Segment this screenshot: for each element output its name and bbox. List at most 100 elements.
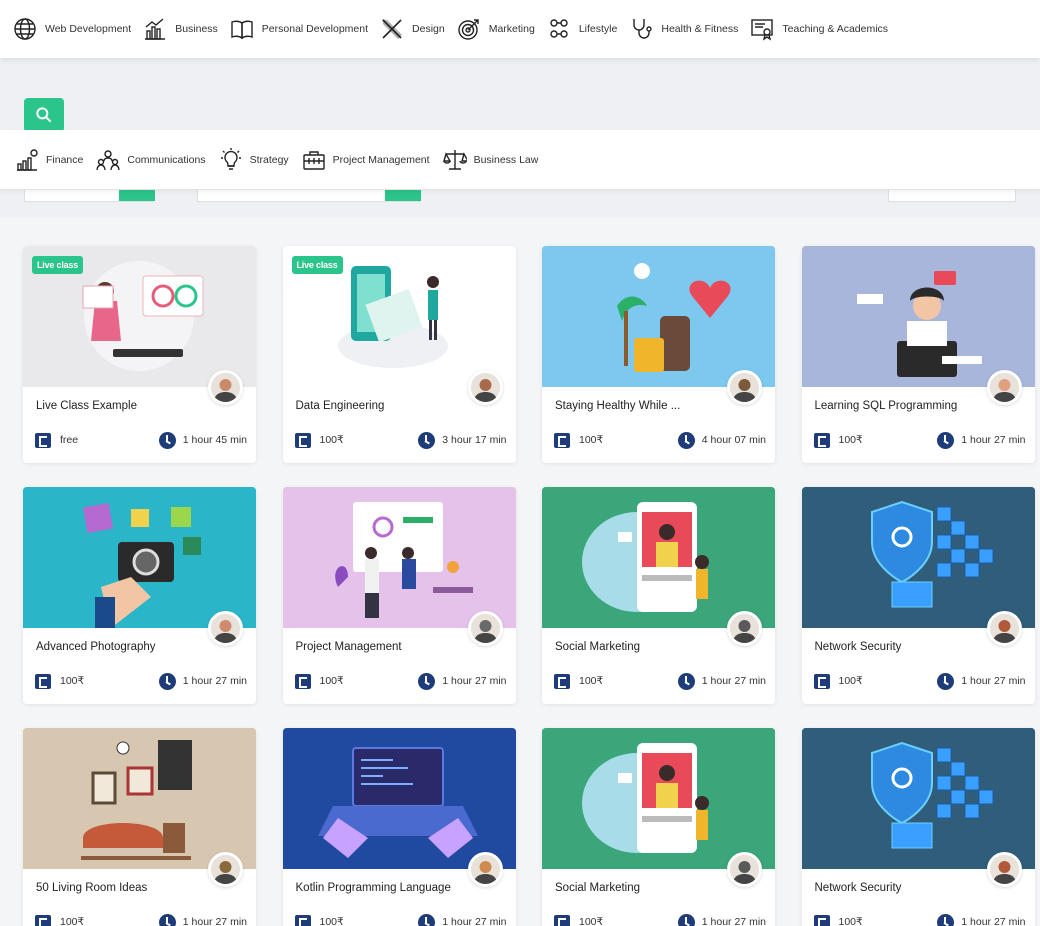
course-illustration: [282, 487, 516, 628]
course-meta: 100₹ 1 hour 27 min: [813, 431, 1026, 449]
certificate-icon: [749, 16, 775, 42]
course-title: Data Engineering: [295, 400, 385, 412]
course-duration: 1 hour 27 min: [677, 913, 766, 926]
course-title: Network Security: [814, 882, 902, 894]
course-thumbnail: [801, 487, 1035, 628]
course-meta: 100₹ 1 hour 27 min: [554, 672, 766, 690]
subnav-item-business-law[interactable]: Business Law: [442, 147, 538, 173]
instructor-avatar[interactable]: [986, 852, 1022, 887]
avatar-portrait: [730, 855, 759, 884]
instructor-avatar[interactable]: [727, 370, 762, 405]
subnav-item-label: Communications: [127, 153, 206, 166]
duration-value: 4 hour 07 min: [701, 434, 766, 446]
course-title: Social Marketing: [555, 882, 641, 894]
duration-value: 1 hour 45 min: [182, 434, 247, 446]
nav-item-label: Lifestyle: [578, 23, 618, 35]
course-card[interactable]: Kotlin Programming Language 100₹ 1 hour …: [282, 728, 516, 926]
subcategory-menu: Finance Communications Strategy Project …: [0, 130, 1040, 190]
course-card[interactable]: 50 Living Room Ideas 100₹ 1 hour 27 min: [23, 728, 256, 926]
avatar-portrait: [211, 855, 240, 884]
duration-value: 1 hour 27 min: [701, 675, 766, 687]
course-card[interactable]: Learning SQL Programming 100₹ 1 hour 27 …: [801, 246, 1035, 463]
course-card[interactable]: Network Security 100₹ 1 hour 27 min: [801, 728, 1035, 926]
course-card[interactable]: Network Security 100₹ 1 hour 27 min: [801, 487, 1035, 704]
course-card[interactable]: Live class Live Class Example free 1 hou…: [23, 246, 256, 463]
instructor-avatar[interactable]: [208, 611, 243, 646]
duration-value: 1 hour 27 min: [961, 916, 1026, 926]
course-illustration: [801, 487, 1035, 628]
course-card[interactable]: Advanced Photography 100₹ 1 hour 27 min: [23, 487, 256, 704]
course-meta: 100₹ 1 hour 27 min: [554, 913, 766, 926]
clock-icon: [937, 431, 955, 449]
instructor-avatar[interactable]: [986, 370, 1022, 405]
course-card[interactable]: Staying Healthy While ... 100₹ 4 hour 07…: [542, 246, 775, 463]
subnav-item-finance[interactable]: Finance: [14, 147, 83, 173]
instructor-avatar[interactable]: [986, 611, 1022, 646]
avatar-portrait: [989, 373, 1019, 402]
avatar-portrait: [470, 855, 500, 884]
price-value: 100₹: [319, 916, 344, 926]
instructor-avatar[interactable]: [208, 852, 243, 887]
live-class-badge: Live class: [291, 256, 343, 274]
course-title: 50 Living Room Ideas: [36, 882, 148, 894]
price-tag-icon: [294, 432, 311, 448]
course-card[interactable]: Social Marketing 100₹ 1 hour 27 min: [542, 487, 775, 704]
nav-item-business[interactable]: Business: [142, 16, 218, 42]
duration-value: 3 hour 17 min: [442, 434, 507, 446]
course-meta: 100₹ 1 hour 27 min: [294, 672, 507, 690]
course-duration: 3 hour 17 min: [418, 431, 507, 449]
subnav-item-label: Finance: [46, 153, 84, 166]
search-button[interactable]: [24, 98, 64, 132]
instructor-avatar[interactable]: [467, 852, 503, 887]
course-duration: 1 hour 27 min: [677, 672, 766, 690]
course-thumbnail: [23, 728, 256, 869]
design-tools-icon: [379, 16, 405, 42]
people-icon: [546, 16, 572, 42]
nav-item-teaching-academics[interactable]: Teaching & Academics: [749, 16, 888, 42]
instructor-avatar[interactable]: [467, 611, 503, 646]
course-title: Network Security: [814, 641, 902, 653]
course-card[interactable]: Live class Data Engineering 100₹ 3 hour …: [282, 246, 516, 463]
avatar-portrait: [989, 614, 1019, 643]
price-value: 100₹: [319, 434, 344, 446]
nav-item-lifestyle[interactable]: Lifestyle: [546, 16, 618, 42]
nav-item-web-development[interactable]: Web Development: [12, 16, 131, 42]
subnav-item-communications[interactable]: Communications: [95, 147, 206, 173]
instructor-avatar[interactable]: [727, 852, 762, 887]
stethoscope-icon: [628, 16, 654, 42]
duration-value: 1 hour 27 min: [442, 675, 507, 687]
course-title: Live Class Example: [36, 400, 137, 412]
course-illustration: [542, 728, 775, 869]
course-meta: 100₹ 1 hour 27 min: [813, 672, 1026, 690]
course-card[interactable]: Project Management 100₹ 1 hour 27 min: [282, 487, 516, 704]
course-thumbnail: [542, 728, 775, 869]
avatar-portrait: [211, 373, 240, 402]
avatar-portrait: [470, 373, 500, 402]
nav-item-label: Health & Fitness: [661, 23, 739, 35]
nav-item-label: Personal Development: [261, 23, 369, 35]
course-duration: 1 hour 27 min: [418, 672, 507, 690]
subnav-item-strategy[interactable]: Strategy: [218, 147, 289, 173]
course-card[interactable]: Social Marketing 100₹ 1 hour 27 min: [542, 728, 775, 926]
course-illustration: [542, 487, 775, 628]
clock-icon: [418, 672, 436, 690]
course-title: Kotlin Programming Language: [295, 882, 451, 894]
instructor-avatar[interactable]: [208, 370, 243, 405]
instructor-avatar[interactable]: [727, 611, 762, 646]
nav-item-design[interactable]: Design: [379, 16, 445, 42]
scales-icon: [442, 147, 468, 173]
price-value: 100₹: [579, 675, 604, 687]
nav-item-marketing[interactable]: Marketing: [456, 16, 535, 42]
subnav-item-project-management[interactable]: Project Management: [301, 147, 430, 173]
search-icon: [36, 107, 52, 123]
price-value: 100₹: [60, 916, 85, 926]
nav-item-health-fitness[interactable]: Health & Fitness: [628, 16, 738, 42]
nav-item-personal-development[interactable]: Personal Development: [229, 16, 368, 42]
course-illustration: [801, 728, 1035, 869]
course-price: 100₹: [35, 673, 84, 689]
course-price: 100₹: [813, 432, 863, 448]
clock-icon: [937, 913, 955, 926]
course-title: Staying Healthy While ...: [555, 400, 681, 412]
instructor-avatar[interactable]: [467, 370, 503, 405]
lightbulb-icon: [218, 147, 244, 173]
